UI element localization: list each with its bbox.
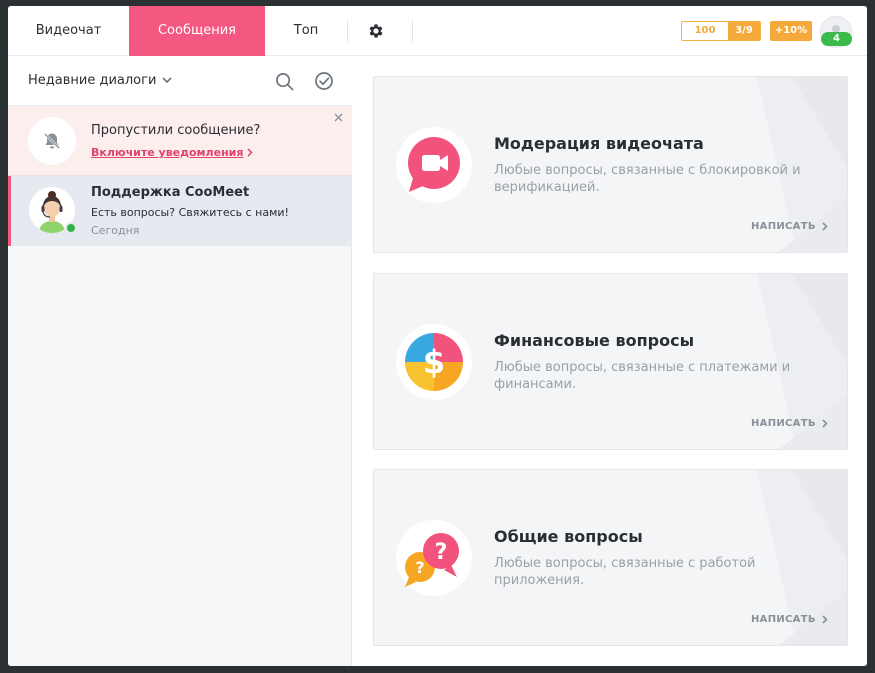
bell-circle: [28, 117, 76, 165]
search-button[interactable]: [273, 70, 295, 92]
bonus-badge[interactable]: +10%: [770, 21, 812, 41]
enable-notifications-label: Включите уведомления: [91, 146, 244, 159]
card-title: Общие вопросы: [494, 527, 643, 546]
search-icon: [275, 72, 293, 90]
question-icon: ? ?: [405, 533, 459, 587]
dialog-preview: Есть вопросы? Свяжитесь с нами!: [91, 206, 289, 219]
card-icon-wrapper: [396, 127, 472, 203]
card-description: Любые вопросы, связанные с блокировкой и…: [494, 163, 801, 195]
divider: [412, 20, 413, 42]
tab-videochat[interactable]: Видеочат: [8, 6, 129, 56]
card-title: Модерация видеочата: [494, 134, 704, 153]
video-camera-icon: [408, 137, 460, 192]
tab-messages[interactable]: Сообщения: [129, 6, 265, 56]
user-level-badge: 4: [821, 32, 852, 46]
chevron-right-icon: [247, 148, 253, 157]
check-circle-icon: [315, 72, 333, 90]
app-window: Видеочат Сообщения Топ 100 3/9 +10% 4 Не…: [8, 6, 867, 666]
write-button[interactable]: НАПИСАТЬ: [751, 221, 828, 232]
gear-icon: [369, 24, 383, 38]
mark-read-button[interactable]: [313, 70, 335, 92]
dialog-item-support[interactable]: Поддержка CooMeet Есть вопросы? Свяжитес…: [8, 176, 352, 246]
card-icon-wrapper: ? ?: [396, 520, 472, 596]
sidebar-header: Недавние диалоги: [8, 56, 352, 106]
write-label: НАПИСАТЬ: [751, 221, 816, 232]
write-label: НАПИСАТЬ: [751, 614, 816, 625]
svg-text:?: ?: [415, 558, 424, 577]
chevron-down-icon: [162, 77, 172, 84]
notification-banner: Пропустили сообщение? Включите уведомлен…: [8, 106, 352, 176]
dialogs-filter-dropdown[interactable]: Недавние диалоги: [28, 73, 172, 88]
write-label: НАПИСАТЬ: [751, 418, 816, 429]
dialogs-filter-label: Недавние диалоги: [28, 73, 157, 88]
close-icon: [334, 113, 342, 122]
card-description: Любые вопросы, связанные с работой прило…: [494, 556, 756, 588]
chevron-right-icon: [822, 419, 828, 428]
online-status-indicator: [65, 222, 77, 234]
support-card-moderation[interactable]: Модерация видеочата Любые вопросы, связа…: [373, 76, 848, 253]
card-icon-wrapper: $: [396, 324, 472, 400]
support-card-general[interactable]: ? ? Общие вопросы Любые вопросы, связанн…: [373, 469, 848, 646]
top-bar: Видеочат Сообщения Топ 100 3/9 +10% 4: [8, 6, 867, 56]
chevron-right-icon: [822, 615, 828, 624]
sidebar: Недавние диалоги Пропустили сообщение? В…: [8, 56, 352, 666]
svg-text:?: ?: [435, 540, 448, 565]
tab-top[interactable]: Топ: [265, 6, 347, 56]
enable-notifications-link[interactable]: Включите уведомления: [91, 146, 253, 159]
main-content: Модерация видеочата Любые вопросы, связа…: [353, 56, 867, 666]
card-title: Финансовые вопросы: [494, 331, 695, 350]
coins-level-badge[interactable]: 100 3/9: [681, 21, 761, 41]
card-description: Любые вопросы, связанные с платежами и ф…: [494, 360, 791, 392]
notification-title: Пропустили сообщение?: [91, 123, 261, 138]
write-button[interactable]: НАПИСАТЬ: [751, 614, 828, 625]
level-indicator: 3/9: [728, 22, 760, 40]
bell-off-icon: [44, 133, 60, 149]
dialog-name: Поддержка CooMeet: [91, 185, 250, 200]
dialog-time: Сегодня: [91, 224, 140, 237]
coins-count: 100: [682, 22, 728, 40]
divider: [347, 20, 348, 42]
svg-text:$: $: [423, 343, 445, 381]
support-card-finance[interactable]: $ Финансовые вопросы Любые вопросы, связ…: [373, 273, 848, 450]
write-button[interactable]: НАПИСАТЬ: [751, 418, 828, 429]
settings-button[interactable]: [365, 20, 387, 42]
chevron-right-icon: [822, 222, 828, 231]
dollar-icon: $: [405, 333, 463, 391]
close-notification-button[interactable]: [332, 113, 344, 125]
